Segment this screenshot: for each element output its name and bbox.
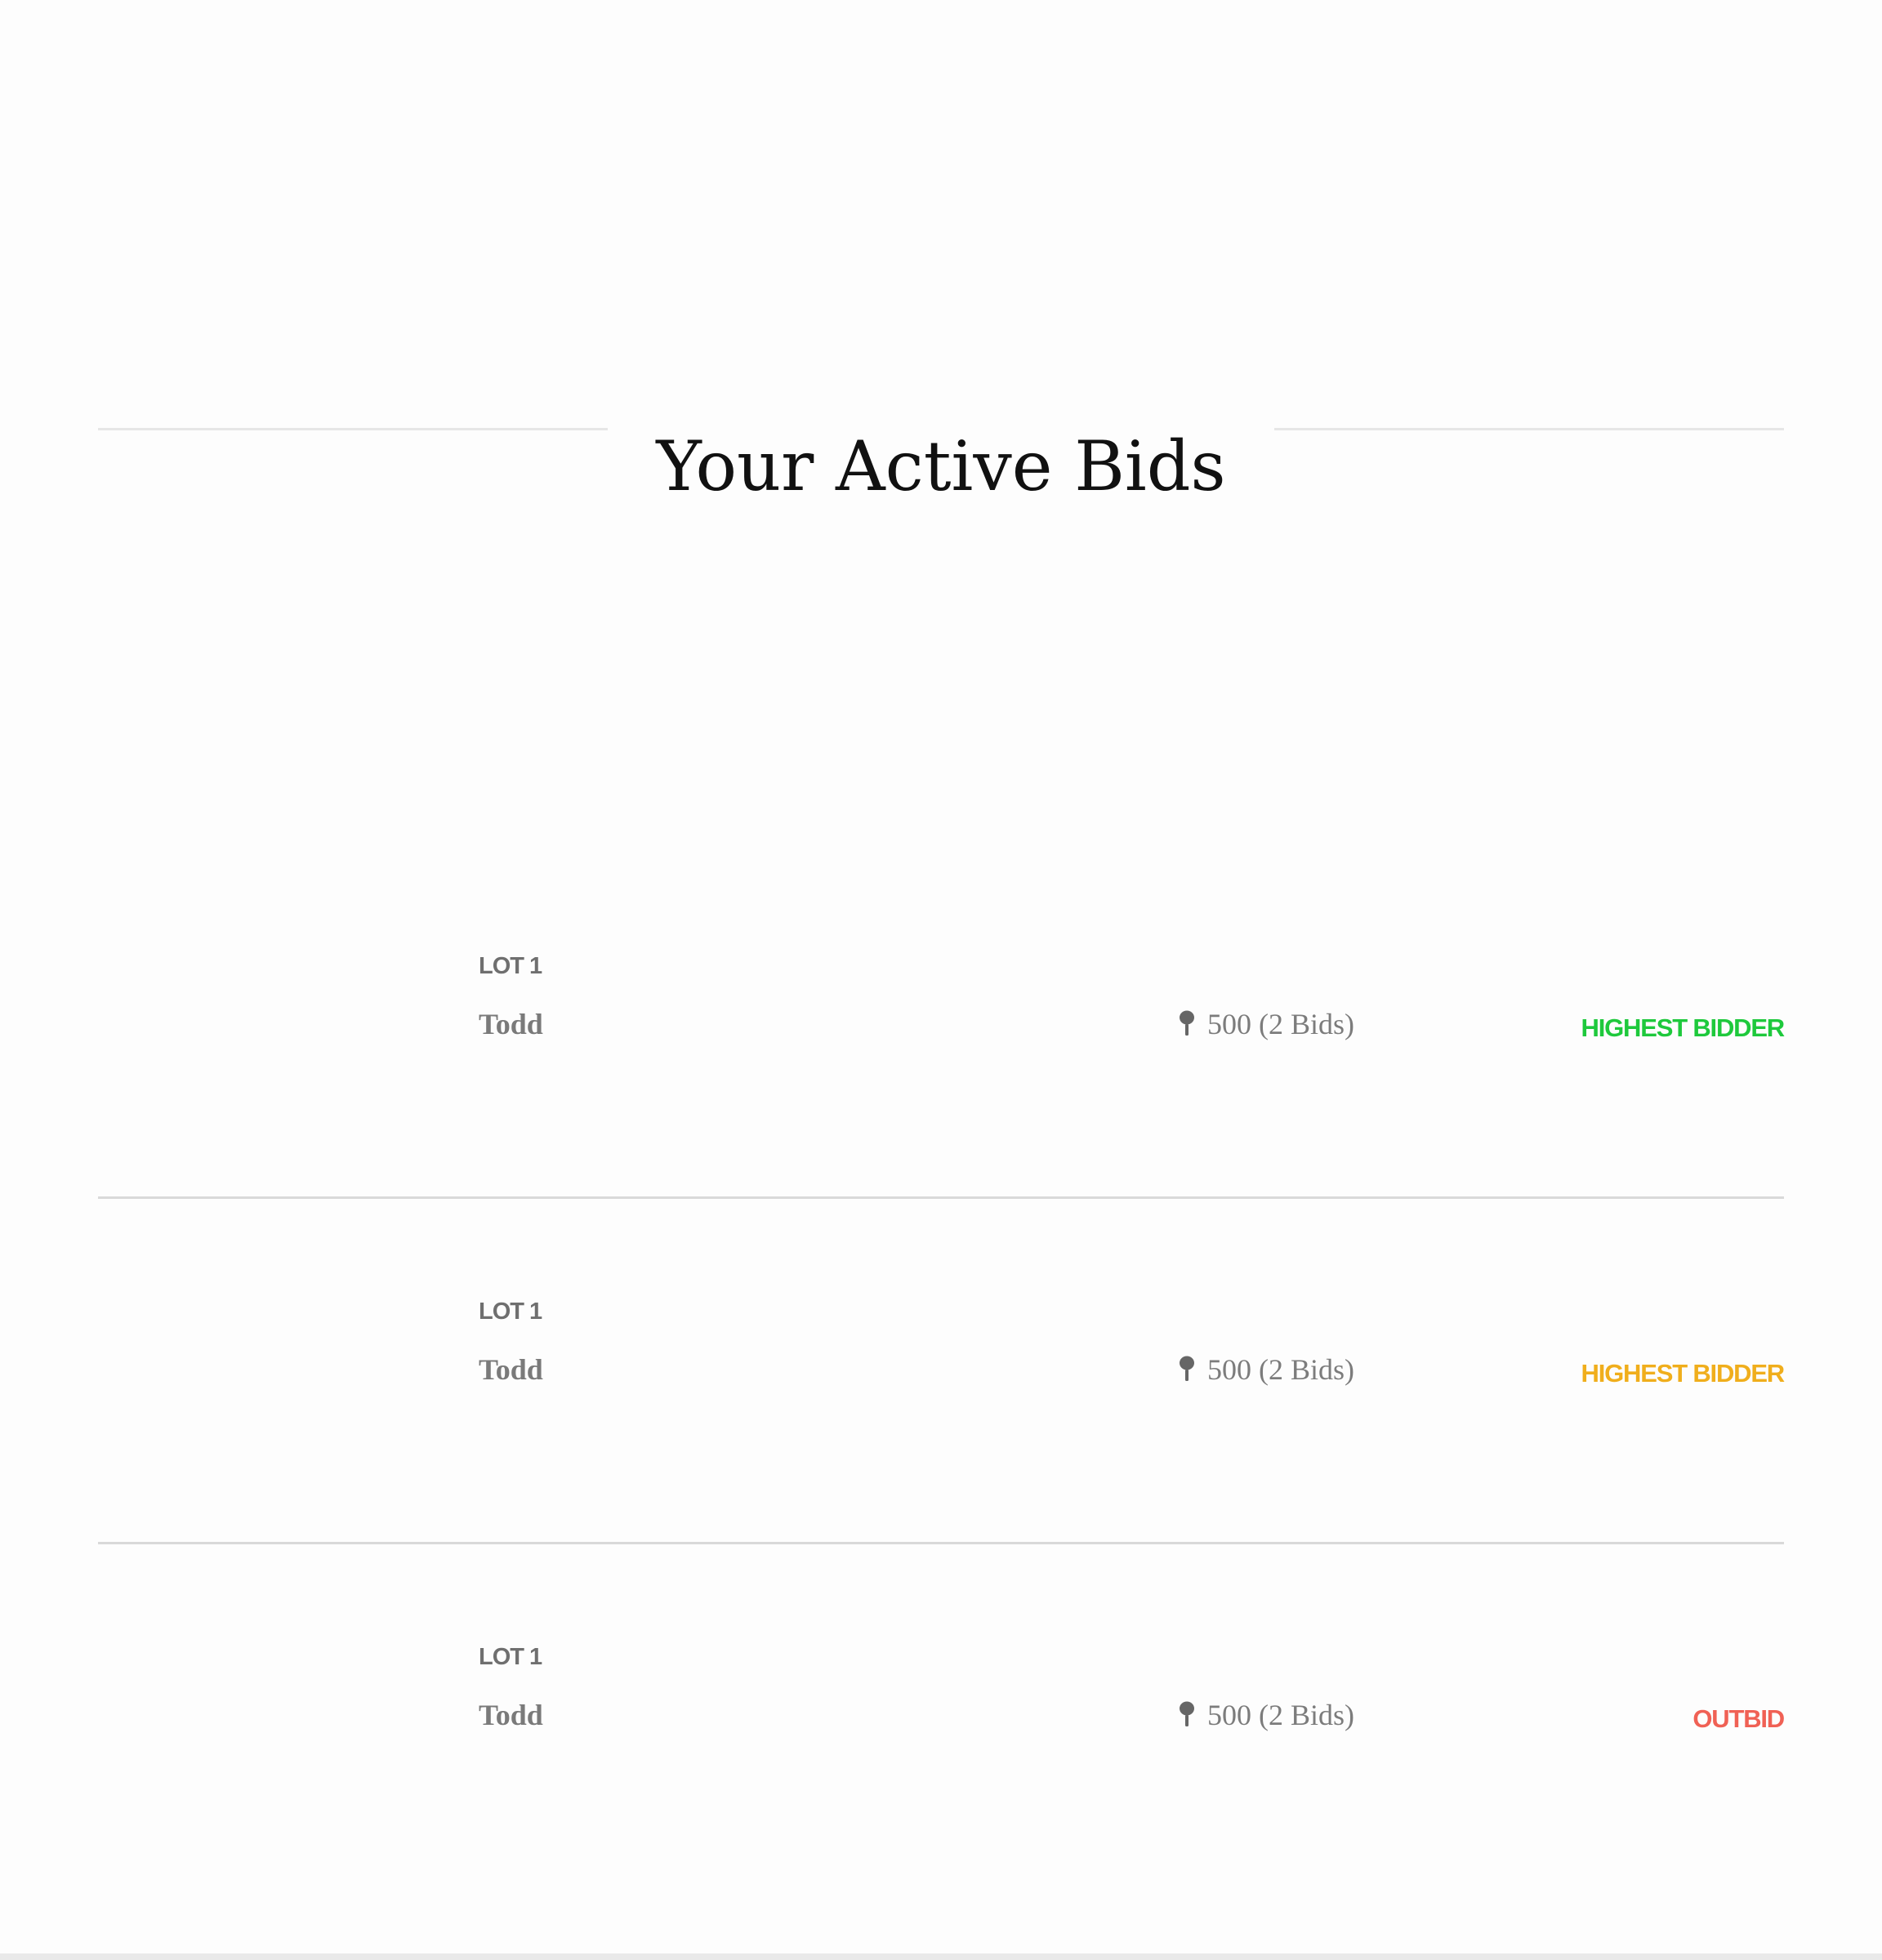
- active-bids-list: LOT 1 Todd 500 (2 Bids) HIGHEST BIDDER L…: [98, 853, 1786, 1887]
- bid-info: 500 (2 Bids): [1178, 1698, 1354, 1732]
- lot-label: LOT 1: [479, 1644, 542, 1670]
- bid-amount: 500 (2 Bids): [1207, 1008, 1354, 1040]
- bid-row[interactable]: LOT 1 Todd 500 (2 Bids) HIGHEST BIDDER: [98, 853, 1786, 1199]
- bid-amount: 500 (2 Bids): [1207, 1699, 1354, 1731]
- bid-info: 500 (2 Bids): [1178, 1007, 1354, 1041]
- bid-row[interactable]: LOT 1 Todd 500 (2 Bids) HIGHEST BIDDER: [98, 1199, 1786, 1544]
- bid-amount: 500 (2 Bids): [1207, 1353, 1354, 1386]
- header-divider-right: [1274, 428, 1784, 430]
- auction-paddle-icon: [1180, 1010, 1194, 1036]
- page-title: Your Active Bids: [656, 426, 1226, 507]
- bid-info: 500 (2 Bids): [1178, 1352, 1354, 1387]
- bid-row[interactable]: LOT 1 Todd 500 (2 Bids) OUTBID: [98, 1544, 1785, 1887]
- status-badge: OUTBID: [1692, 1704, 1785, 1733]
- item-name[interactable]: Todd: [479, 1698, 543, 1732]
- item-name[interactable]: Todd: [479, 1007, 543, 1041]
- item-name[interactable]: Todd: [479, 1352, 543, 1387]
- page-header: Your Active Bids: [98, 376, 1784, 506]
- lot-label: LOT 1: [479, 1298, 542, 1325]
- auction-paddle-icon: [1180, 1701, 1194, 1726]
- status-badge: HIGHEST BIDDER: [1581, 1013, 1786, 1042]
- status-badge: HIGHEST BIDDER: [1581, 1359, 1786, 1388]
- auction-paddle-icon: [1180, 1356, 1194, 1381]
- lot-label: LOT 1: [479, 953, 542, 979]
- page-bottom-edge: [0, 1953, 1882, 1960]
